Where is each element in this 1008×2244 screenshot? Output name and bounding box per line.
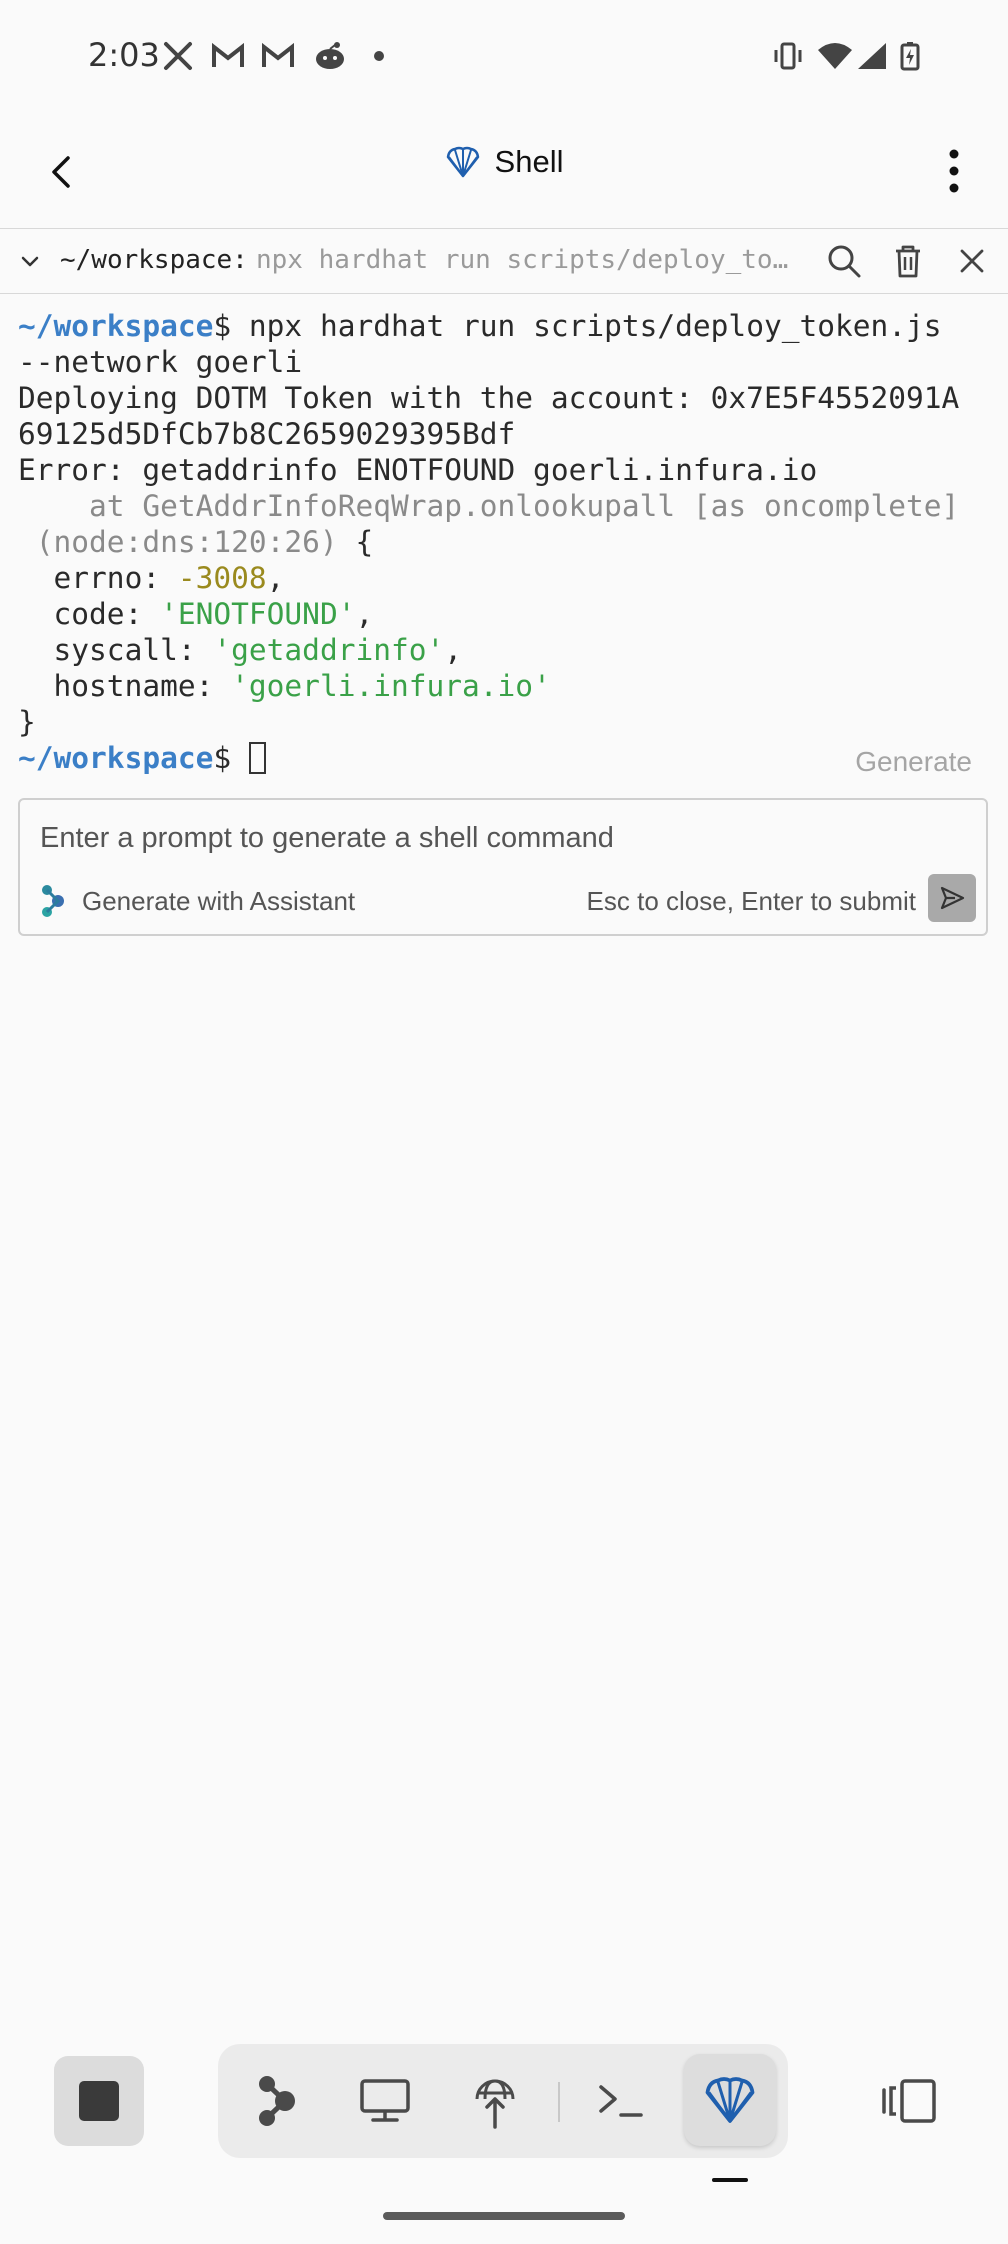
- console-button[interactable]: [590, 2070, 652, 2132]
- keyboard-hint: Esc to close, Enter to submit: [586, 886, 916, 916]
- more-options-button[interactable]: [948, 148, 960, 194]
- shell-icon: [705, 2077, 755, 2123]
- send-icon: [940, 886, 965, 910]
- assistant-icon: [42, 885, 64, 917]
- trash-icon: [896, 245, 920, 278]
- active-indicator: [712, 2178, 748, 2182]
- dot-icon: [372, 40, 386, 72]
- submit-button[interactable]: [928, 874, 976, 922]
- title-group: Shell: [0, 144, 1008, 180]
- panel-toggle-button[interactable]: [880, 2078, 938, 2124]
- assistant-button[interactable]: [246, 2070, 308, 2132]
- terminal-line: syscall: 'getaddrinfo',: [18, 633, 463, 667]
- more-vert-icon: [949, 149, 959, 193]
- terminal-line: (node:dns:120:26) {: [18, 525, 374, 559]
- tab-path[interactable]: ~/workspace:: [60, 245, 248, 275]
- vibrate-icon: [770, 40, 806, 72]
- preview-button[interactable]: [354, 2070, 416, 2132]
- gmail-icon: [210, 40, 246, 72]
- app-bar: Shell: [0, 114, 1008, 228]
- signal-icon: [856, 40, 888, 72]
- stop-icon: [79, 2081, 119, 2121]
- terminal-line: Deploying DOTM Token with the account: 0…: [18, 381, 960, 415]
- terminal-line: errno: -3008,: [18, 561, 285, 595]
- search-icon: [828, 245, 861, 278]
- dock-divider: [558, 2082, 560, 2122]
- status-bar: 2:03: [0, 0, 1008, 114]
- battery-charging-icon: [898, 40, 922, 72]
- status-time: 2:03: [88, 36, 160, 74]
- terminal-cursor: [248, 742, 266, 774]
- stop-button[interactable]: [54, 2056, 144, 2146]
- gmail-icon: [260, 40, 296, 72]
- clear-button[interactable]: [890, 243, 926, 279]
- wifi-icon: [816, 40, 854, 72]
- shell-button[interactable]: [684, 2054, 776, 2146]
- terminal-line: code: 'ENOTFOUND',: [18, 597, 374, 631]
- panel-toggle-icon: [882, 2079, 936, 2123]
- terminal-line: ~/workspace$ npx hardhat run scripts/dep…: [18, 309, 942, 343]
- prompt-path: ~/workspace: [18, 741, 214, 775]
- close-icon: [960, 249, 984, 273]
- shell-tab-bar: ~/workspace: npx hardhat run scripts/dep…: [0, 228, 1008, 294]
- prompt-box: Enter a prompt to generate a shell comma…: [18, 798, 988, 936]
- monitor-icon: [360, 2079, 410, 2122]
- assistant-label: Generate with Assistant: [40, 884, 355, 918]
- terminal-output[interactable]: ~/workspace$ npx hardhat run scripts/dep…: [18, 308, 998, 776]
- terminal-line: }: [18, 705, 36, 739]
- generate-hint[interactable]: Generate: [855, 746, 972, 778]
- terminal-line: 69125d5DfCb7b8C2659029395Bdf: [18, 417, 516, 451]
- home-indicator[interactable]: [383, 2212, 625, 2220]
- tool-dock: [218, 2044, 788, 2158]
- terminal-line: at GetAddrInfoReqWrap.onlookupall [as on…: [18, 489, 960, 523]
- x-icon: [162, 40, 194, 72]
- collapse-tab-button[interactable]: [18, 249, 42, 273]
- close-tab-button[interactable]: [954, 243, 990, 279]
- chevron-down-icon: [21, 256, 39, 267]
- terminal-line: --network goerli: [18, 345, 303, 379]
- tab-command[interactable]: npx hardhat run scripts/deploy_token.js …: [256, 245, 796, 275]
- terminal-line: Error: getaddrinfo ENOTFOUND goerli.infu…: [18, 453, 818, 487]
- prompt-path: ~/workspace: [18, 309, 214, 343]
- terminal-line: ~/workspace$: [18, 740, 998, 776]
- shell-icon: [446, 146, 479, 178]
- search-button[interactable]: [826, 243, 862, 279]
- networking-button[interactable]: [464, 2070, 526, 2132]
- network-globe-icon: [475, 2079, 515, 2129]
- terminal-line: hostname: 'goerli.infura.io': [18, 669, 551, 703]
- reddit-icon: [312, 40, 348, 72]
- page-title: Shell: [494, 144, 564, 179]
- prompt-input[interactable]: Enter a prompt to generate a shell comma…: [40, 822, 614, 855]
- assistant-icon: [259, 2076, 295, 2126]
- terminal-icon: [599, 2085, 643, 2117]
